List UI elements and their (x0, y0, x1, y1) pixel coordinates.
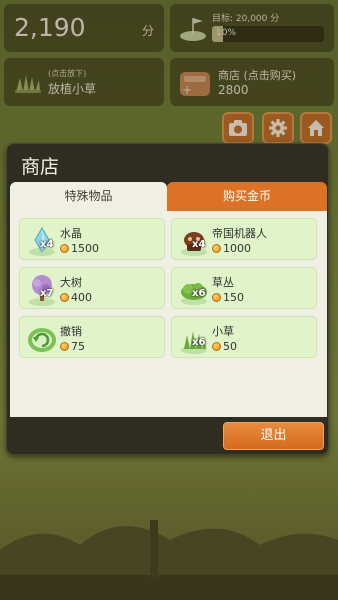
item-name: 大树 (60, 276, 82, 289)
shop-item-grass[interactable]: x6 小草 50 (171, 316, 317, 358)
item-quantity: x4 (192, 239, 206, 250)
exit-button[interactable]: 退出 (223, 422, 324, 450)
coin-icon (60, 243, 69, 253)
item-quantity: x6 (192, 337, 206, 348)
item-price: 150 (223, 290, 244, 304)
tab-special-items[interactable]: 特殊物品 (10, 182, 167, 211)
shop-item-robot[interactable]: x4 帝国机器人 1000 (171, 218, 317, 260)
item-name: 撤销 (60, 325, 82, 338)
item-quantity: x6 (192, 288, 206, 299)
shop-item-tree[interactable]: x7 大树 400 (19, 267, 165, 309)
coin-icon (212, 243, 221, 253)
undo-icon (28, 328, 56, 352)
item-quantity: x4 (40, 239, 54, 250)
shop-item-undo[interactable]: 撤销 75 (19, 316, 165, 358)
coin-icon (60, 292, 69, 302)
item-price: 50 (223, 339, 237, 353)
item-price-row: 1000 (212, 241, 251, 255)
item-price: 75 (71, 339, 85, 353)
shop-item-crystal[interactable]: x4 水晶 1500 (19, 218, 165, 260)
item-name: 水晶 (60, 227, 82, 240)
coin-icon (60, 341, 69, 351)
tab-buy-coins[interactable]: 购买金币 (167, 182, 327, 211)
item-price-row: 400 (60, 290, 92, 304)
item-price-row: 75 (60, 339, 85, 353)
dialog-title: 商店 (21, 156, 60, 178)
item-name: 草丛 (212, 276, 234, 289)
coin-icon (212, 341, 221, 351)
item-price: 400 (71, 290, 92, 304)
item-name: 小草 (212, 325, 234, 338)
item-price-row: 150 (212, 290, 244, 304)
shop-item-bush[interactable]: x6 草丛 150 (171, 267, 317, 309)
item-price-row: 50 (212, 339, 237, 353)
item-price-row: 1500 (60, 241, 99, 255)
item-price: 1000 (223, 241, 251, 255)
item-name: 帝国机器人 (212, 227, 267, 240)
item-price: 1500 (71, 241, 99, 255)
shop-dialog: 商店 特殊物品 购买金币 x4 水晶 1500 x4 帝国机器人 1000 x7… (6, 143, 329, 455)
coin-icon (212, 292, 221, 302)
items-panel: x4 水晶 1500 x4 帝国机器人 1000 x7 大树 400 x6 草丛… (10, 211, 327, 417)
item-quantity: x7 (40, 288, 54, 299)
